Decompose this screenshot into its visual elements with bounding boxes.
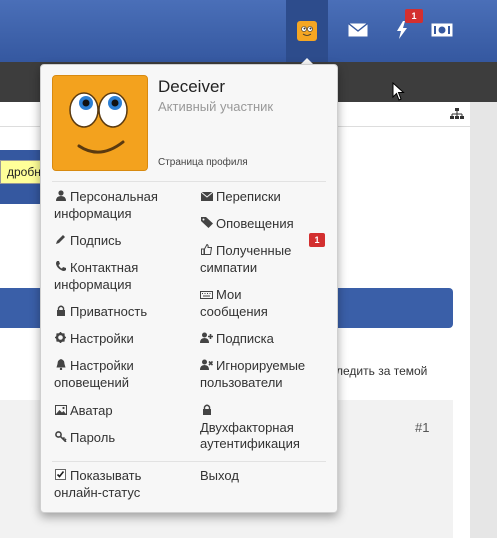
menu-label: Пароль xyxy=(70,430,116,445)
post-number[interactable]: #1 xyxy=(415,420,429,435)
menu-label: Полученные симпатии xyxy=(200,243,292,275)
envelope-icon xyxy=(200,190,213,206)
gear-icon xyxy=(54,332,67,348)
menu-label: Аватар xyxy=(70,403,113,418)
tag-icon xyxy=(200,217,213,233)
account-dropdown: Deceiver Активный участник Страница проф… xyxy=(40,64,338,513)
sitemap-icon[interactable] xyxy=(450,108,464,123)
lock-icon xyxy=(200,404,213,420)
menu-label: Выход xyxy=(200,468,239,483)
menu-received-likes[interactable]: Полученные симпатии xyxy=(200,243,320,276)
checkbox-checked-icon xyxy=(54,469,67,485)
thumbs-up-icon xyxy=(200,243,213,260)
envelope-icon[interactable] xyxy=(344,16,372,44)
menu-contact-info[interactable]: Контактная информация xyxy=(54,260,194,293)
menu-label: Подпись xyxy=(70,233,122,248)
user-avatar[interactable] xyxy=(52,75,148,171)
menu-label: Показывать онлайн-статус xyxy=(54,468,142,500)
menu-label: Игнорируемые пользователи xyxy=(200,358,306,390)
bell-icon xyxy=(54,359,67,375)
menu-privacy[interactable]: Приватность xyxy=(54,304,147,321)
menu-label: Оповещения xyxy=(216,216,294,231)
money-icon[interactable] xyxy=(428,16,456,44)
menu-notification-settings[interactable]: Настройки оповещений xyxy=(54,358,174,391)
menu-label: Персональная информация xyxy=(54,189,158,221)
account-menu-button[interactable] xyxy=(286,0,328,62)
page-gutter xyxy=(470,102,497,538)
menu-password[interactable]: Пароль xyxy=(54,430,115,447)
image-icon xyxy=(54,404,67,420)
avatar-icon xyxy=(297,21,317,41)
user-plus-icon xyxy=(200,332,213,348)
menu-following[interactable]: Подписка xyxy=(200,331,274,348)
likes-badge: 1 xyxy=(309,233,325,247)
follow-link-text: следить за темой xyxy=(330,364,428,378)
menu-label: Двухфакторная аутентификация xyxy=(200,420,300,451)
menu-conversations[interactable]: Переписки xyxy=(200,189,281,206)
menu-my-messages[interactable]: Мои сообщения xyxy=(200,287,300,320)
pencil-icon xyxy=(54,234,67,250)
menu-alerts[interactable]: Оповещения xyxy=(200,216,294,233)
follow-thread-link[interactable]: следить за темой xyxy=(330,364,427,378)
menu-ignored-users[interactable]: Игнорируемые пользователи xyxy=(200,358,330,391)
menu-two-factor[interactable]: Двухфакторная аутентификация xyxy=(200,403,330,452)
divider xyxy=(52,181,326,182)
menu-settings[interactable]: Настройки xyxy=(54,331,134,348)
top-navigation-bar: 1 xyxy=(0,0,497,62)
divider xyxy=(52,461,326,462)
phone-icon xyxy=(54,261,67,277)
menu-label: Подписка xyxy=(216,331,274,346)
profile-page-link[interactable]: Страница профиля xyxy=(158,157,248,168)
menu-personal-info[interactable]: Персональная информация xyxy=(54,189,194,222)
mouse-cursor-icon xyxy=(392,81,406,107)
keyboard-icon xyxy=(200,288,213,304)
user-x-icon xyxy=(200,359,214,375)
notifications-badge: 1 xyxy=(405,9,423,23)
menu-avatar[interactable]: Аватар xyxy=(54,403,113,420)
menu-label: Приватность xyxy=(70,304,148,319)
username[interactable]: Deceiver xyxy=(158,77,225,97)
user-icon xyxy=(54,190,67,206)
show-online-status-checkbox[interactable]: Показывать онлайн-статус xyxy=(54,468,174,501)
menu-label: Настройки xyxy=(70,331,134,346)
key-icon xyxy=(54,431,67,447)
lock-icon xyxy=(54,305,67,321)
menu-label: Переписки xyxy=(216,189,281,204)
logout-link[interactable]: Выход xyxy=(200,468,239,484)
user-title: Активный участник xyxy=(158,99,274,114)
menu-signature[interactable]: Подпись xyxy=(54,233,121,250)
